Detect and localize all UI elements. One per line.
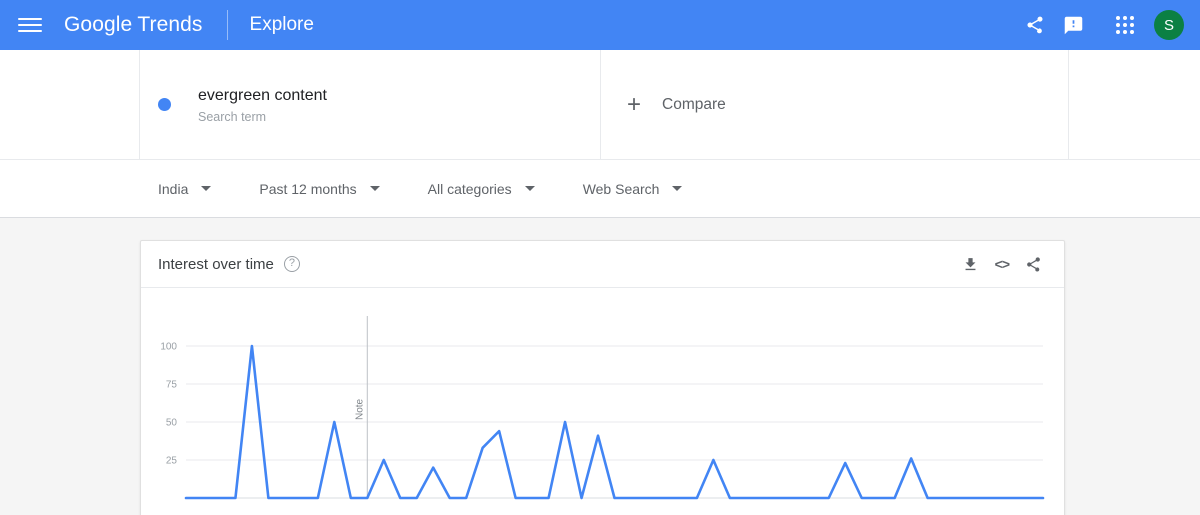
explore-link[interactable]: Explore — [250, 14, 314, 36]
app-header: GoogleTrends Explore S — [0, 0, 1200, 50]
interest-over-time-card: Interest over time ? <> 255075100Note17 … — [140, 240, 1065, 515]
filter-category-label: All categories — [428, 181, 512, 197]
brand-google-text: Google — [64, 13, 132, 36]
chevron-down-icon — [370, 186, 380, 191]
header-divider — [227, 10, 228, 40]
search-term-label: evergreen content — [198, 85, 327, 107]
query-right-gutter — [1069, 50, 1200, 159]
card-actions: <> — [962, 256, 1042, 273]
note-annotation-label[interactable]: Note — [354, 398, 365, 420]
download-icon[interactable] — [962, 256, 979, 273]
query-row: evergreen content Search term + Compare — [0, 50, 1200, 160]
y-axis-tick-label: 50 — [166, 418, 178, 429]
card-title: Interest over time — [158, 256, 274, 273]
filter-search-type-label: Web Search — [583, 181, 660, 197]
chevron-down-icon — [525, 186, 535, 191]
filter-location-label: India — [158, 181, 188, 197]
filter-time-range[interactable]: Past 12 months — [259, 181, 379, 197]
compare-label: Compare — [662, 96, 726, 114]
card-header: Interest over time ? <> — [141, 241, 1064, 288]
chevron-down-icon — [201, 186, 211, 191]
search-term-type: Search term — [198, 110, 327, 124]
filter-time-range-label: Past 12 months — [259, 181, 356, 197]
share-icon[interactable] — [1025, 256, 1042, 273]
feedback-icon[interactable] — [1054, 6, 1092, 44]
filter-search-type[interactable]: Web Search — [583, 181, 683, 197]
search-term-card[interactable]: evergreen content Search term — [140, 50, 601, 159]
brand-logo[interactable]: GoogleTrends — [64, 13, 203, 37]
query-left-gutter — [0, 50, 140, 159]
interest-over-time-chart[interactable]: 255075100Note17 Oct 20216 Feb 202229 May… — [141, 288, 1065, 515]
brand-trends-text: Trends — [137, 13, 202, 36]
help-icon[interactable]: ? — [284, 256, 300, 272]
y-axis-tick-label: 100 — [160, 342, 177, 353]
compare-button[interactable]: + Compare — [601, 50, 1069, 159]
avatar[interactable]: S — [1154, 10, 1184, 40]
filter-category[interactable]: All categories — [428, 181, 535, 197]
series-color-dot — [158, 98, 171, 111]
filter-bar: India Past 12 months All categories Web … — [0, 160, 1200, 218]
plus-icon: + — [627, 93, 641, 117]
apps-grid-icon[interactable] — [1106, 6, 1144, 44]
embed-code-icon[interactable]: <> — [995, 256, 1009, 272]
hamburger-icon[interactable] — [18, 13, 42, 37]
y-axis-tick-label: 25 — [166, 456, 178, 467]
chart-area[interactable]: 255075100Note17 Oct 20216 Feb 202229 May… — [141, 288, 1064, 515]
filter-location[interactable]: India — [158, 181, 211, 197]
main-content: Interest over time ? <> 255075100Note17 … — [0, 218, 1200, 515]
share-icon[interactable] — [1016, 6, 1054, 44]
chevron-down-icon — [672, 186, 682, 191]
y-axis-tick-label: 75 — [166, 380, 178, 391]
